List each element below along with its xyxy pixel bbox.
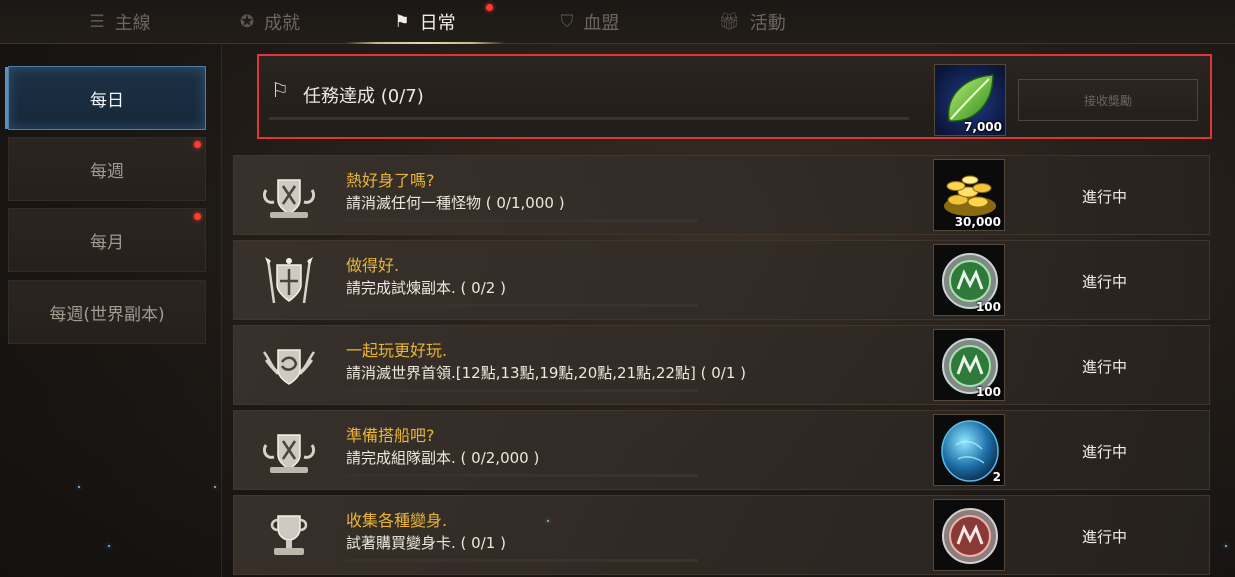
sparkle-particle	[108, 545, 110, 547]
list-icon: ☰	[89, 12, 105, 32]
quest-progress-bar	[346, 219, 698, 222]
quest-title: 準備搭船吧?	[346, 426, 435, 445]
quest-description: 請消滅任何一種怪物 ( 0/1,000 )	[346, 194, 565, 212]
notification-dot	[486, 4, 493, 11]
shield-swords-emblem	[262, 179, 316, 218]
reward-quantity: 100	[975, 385, 1001, 399]
quest-title: 一起玩更好玩.	[346, 341, 448, 360]
daily-completion-panel: ⚐ 任務達成 (0/7) 7,000 接收獎勵	[257, 54, 1212, 139]
reward-slot[interactable]: 100	[933, 329, 1005, 401]
flag-icon: ⚐	[271, 78, 289, 102]
reward-slot[interactable]: 7,000	[934, 64, 1006, 136]
quest-status: 進行中	[1082, 358, 1128, 376]
tab-label: 主線	[114, 13, 151, 34]
quest-row[interactable]: 準備搭船吧? 請完成組隊副本. ( 0/2,000 ) 2 進行中	[233, 410, 1210, 490]
spear-shield-emblem	[265, 257, 313, 304]
claim-reward-label: 接收獎勵	[1083, 93, 1132, 108]
quest-status: 進行中	[1082, 443, 1128, 461]
reward-slot[interactable]	[933, 499, 1005, 571]
completion-title: 任務達成 (0/7)	[303, 86, 424, 107]
reward-quantity: 2	[992, 470, 1001, 484]
quest-title: 收集各種變身.	[346, 511, 448, 530]
quest-progress-bar	[346, 559, 698, 562]
tab-daily[interactable]: ⚑ 日常	[345, 0, 505, 44]
gift-icon: 🎁︎	[718, 12, 740, 32]
reward-quantity: 30,000	[954, 215, 1001, 229]
quest-progress-bar	[346, 474, 698, 477]
sidebar-item-label: 每月	[90, 232, 124, 253]
tab-label: 成就	[264, 13, 301, 34]
claim-reward-button[interactable]: 接收獎勵	[1018, 79, 1198, 121]
sparkle-particle	[547, 520, 549, 522]
red-coin-icon	[934, 500, 1004, 570]
shield-swords-emblem	[262, 434, 316, 473]
sidebar-item-weekly[interactable]: 每週	[8, 137, 206, 201]
tab-label: 血盟	[583, 13, 620, 34]
reward-slot[interactable]: 30,000	[933, 159, 1005, 231]
shield-icon: ⛉	[560, 12, 574, 32]
quest-status: 進行中	[1082, 188, 1128, 206]
tab-clan[interactable]: ⛉ 血盟	[510, 0, 670, 44]
tab-achievement[interactable]: ✪ 成就	[190, 0, 350, 44]
completion-progress-bar	[269, 117, 909, 120]
notification-dot	[194, 141, 201, 148]
flag-icon: ⚑	[394, 12, 410, 32]
trophy-emblem	[270, 515, 308, 555]
quest-status: 進行中	[1082, 528, 1128, 546]
winged-crest-emblem	[262, 349, 316, 385]
sidebar-item-monthly[interactable]: 每月	[8, 208, 206, 272]
quest-description: 請消滅世界首領.[12點,13點,19點,20點,21點,22點] ( 0/1 …	[346, 364, 746, 382]
medal-icon: ✪	[239, 12, 255, 32]
quest-row[interactable]: 做得好. 請完成試煉副本. ( 0/2 ) 100 進行中	[233, 240, 1210, 320]
quest-progress-bar	[346, 304, 698, 307]
sparkle-particle	[78, 486, 80, 488]
quest-description: 試著購買變身卡. ( 0/1 )	[346, 534, 506, 552]
sidebar: 每日 每週 每月 每週(世界副本)	[0, 44, 222, 577]
sidebar-item-label: 每週	[90, 161, 124, 182]
sidebar-item-label: 每週(世界副本)	[49, 304, 165, 325]
quest-status: 進行中	[1082, 273, 1128, 291]
tab-label: 活動	[749, 13, 786, 34]
quest-title: 熱好身了嗎?	[346, 171, 435, 190]
reward-quantity: 7,000	[964, 120, 1002, 134]
reward-slot[interactable]: 2	[933, 414, 1005, 486]
quest-title: 做得好.	[346, 256, 400, 275]
quest-description: 請完成組隊副本. ( 0/2,000 )	[346, 449, 540, 467]
quest-progress-bar	[346, 389, 698, 392]
quest-row[interactable]: 一起玩更好玩. 請消滅世界首領.[12點,13點,19點,20點,21點,22點…	[233, 325, 1210, 405]
sparkle-particle	[1225, 545, 1227, 547]
sparkle-particle	[214, 486, 216, 488]
top-tab-bar: ☰ 主線 ✪ 成就 ⚑ 日常 ⛉ 血盟 🎁︎ 活動	[0, 0, 1235, 44]
tab-event[interactable]: 🎁︎ 活動	[672, 0, 832, 44]
sidebar-item-label: 每日	[90, 90, 124, 111]
sidebar-item-weekly-world-dungeon[interactable]: 每週(世界副本)	[8, 280, 206, 344]
tab-main-quest[interactable]: ☰ 主線	[40, 0, 200, 44]
reward-quantity: 100	[975, 300, 1001, 314]
quest-row[interactable]: 收集各種變身. 試著購買變身卡. ( 0/1 ) 進行中	[233, 495, 1210, 575]
quest-row[interactable]: 熱好身了嗎? 請消滅任何一種怪物 ( 0/1,000 ) 30,000 進行中	[233, 155, 1210, 235]
reward-slot[interactable]: 100	[933, 244, 1005, 316]
quest-description: 請完成試煉副本. ( 0/2 )	[346, 279, 506, 297]
sidebar-item-daily[interactable]: 每日	[5, 66, 206, 130]
notification-dot	[194, 213, 201, 220]
tab-label: 日常	[419, 13, 456, 34]
